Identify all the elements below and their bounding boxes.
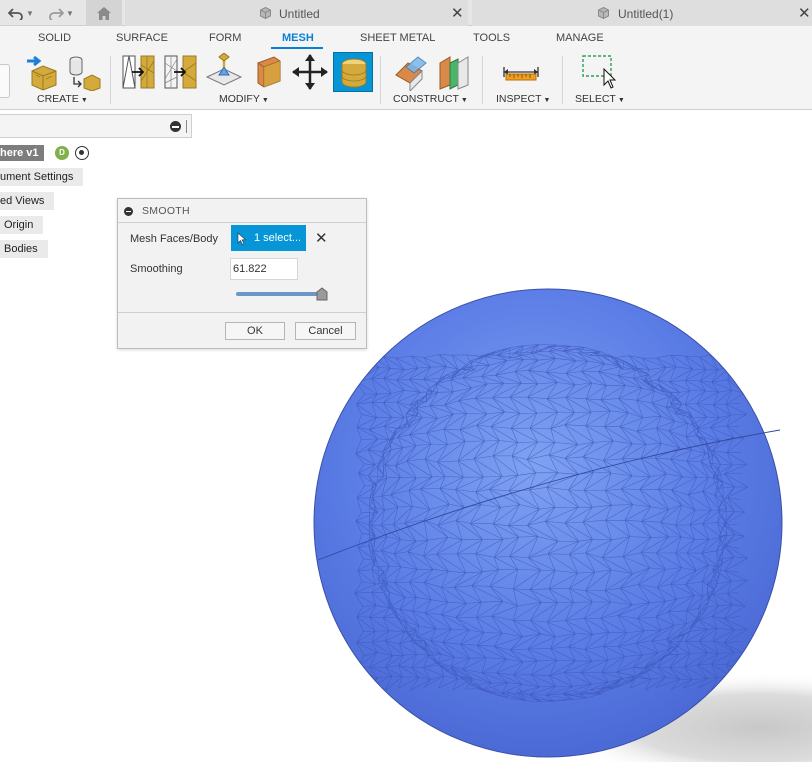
insert-mesh-icon[interactable] bbox=[24, 53, 62, 91]
tab-form[interactable]: FORM bbox=[209, 32, 241, 44]
group-divider bbox=[110, 56, 111, 104]
active-tab-indicator bbox=[271, 47, 323, 49]
group-divider bbox=[482, 56, 483, 104]
tab-manage[interactable]: MANAGE bbox=[556, 32, 604, 44]
window-select-icon[interactable] bbox=[580, 53, 618, 91]
move-icon[interactable] bbox=[291, 53, 329, 91]
redo-icon bbox=[49, 8, 64, 20]
dialog-footer-divider bbox=[118, 312, 366, 313]
smoothing-slider[interactable] bbox=[236, 287, 332, 301]
smooth-icon bbox=[341, 58, 367, 88]
chevron-down-icon: ▼ bbox=[543, 97, 551, 104]
offset-plane-icon[interactable] bbox=[392, 53, 430, 91]
dialog-title: SMOOTH bbox=[142, 205, 190, 217]
slider-track bbox=[236, 292, 319, 296]
smoothing-label: Smoothing bbox=[130, 263, 183, 275]
separate-icon[interactable] bbox=[250, 53, 288, 91]
toolbar-ribbon: SOLID SURFACE FORM MESH SHEET METAL TOOL… bbox=[0, 26, 812, 110]
dialog-header: SMOOTH bbox=[118, 199, 366, 223]
document-cube-icon bbox=[598, 7, 609, 19]
measure-icon[interactable] bbox=[502, 53, 540, 91]
cursor-arrow-icon bbox=[237, 231, 247, 245]
collapse-browser-icon[interactable] bbox=[170, 121, 181, 132]
remesh-icon[interactable] bbox=[120, 53, 158, 91]
browser-item-named-views[interactable]: ed Views bbox=[0, 192, 55, 210]
create-label: CREATE bbox=[37, 93, 79, 105]
slider-thumb[interactable] bbox=[316, 287, 328, 301]
panel-edge bbox=[0, 64, 10, 98]
close-tab-icon[interactable]: ✕ bbox=[451, 4, 464, 22]
mesh-selection-button[interactable]: 1 select... bbox=[231, 225, 306, 251]
inspect-menu[interactable]: INSPECT ▼ bbox=[496, 93, 550, 105]
document-cube-icon bbox=[260, 7, 271, 19]
select-menu[interactable]: SELECT ▼ bbox=[575, 93, 625, 105]
midplane-icon[interactable] bbox=[436, 53, 474, 91]
chevron-down-icon: ▼ bbox=[460, 97, 468, 104]
chevron-down-icon: ▼ bbox=[80, 97, 88, 104]
inspect-label: INSPECT bbox=[496, 93, 542, 105]
convert-mesh-icon[interactable] bbox=[64, 53, 102, 91]
tab-mesh[interactable]: MESH bbox=[282, 32, 314, 44]
document-tab-untitled-1[interactable]: Untitled(1) ✕ bbox=[472, 0, 812, 26]
tab-surface[interactable]: SURFACE bbox=[116, 32, 168, 44]
design-history-badge: D bbox=[55, 146, 69, 160]
tab-tools[interactable]: TOOLS bbox=[473, 32, 510, 44]
cancel-button[interactable]: Cancel bbox=[295, 322, 356, 340]
create-menu[interactable]: CREATE ▼ bbox=[37, 93, 88, 105]
tab-sheet-metal[interactable]: SHEET METAL bbox=[360, 32, 435, 44]
home-tab[interactable] bbox=[86, 0, 122, 26]
clear-selection-icon[interactable]: ✕ bbox=[315, 229, 328, 247]
undo-icon bbox=[8, 8, 23, 20]
undo-dropdown-icon[interactable]: ▼ bbox=[26, 9, 34, 18]
ok-button[interactable]: OK bbox=[225, 322, 285, 340]
group-divider bbox=[380, 56, 381, 104]
construct-label: CONSTRUCT bbox=[393, 93, 459, 105]
smoothing-value-input[interactable] bbox=[230, 258, 298, 280]
browser-header bbox=[0, 114, 192, 138]
document-tab-title: Untitled(1) bbox=[618, 7, 674, 21]
mesh-faces-label: Mesh Faces/Body bbox=[130, 233, 219, 245]
browser-item-bodies[interactable]: Bodies bbox=[0, 240, 48, 258]
collapse-dialog-icon[interactable] bbox=[124, 207, 133, 216]
select-label: SELECT bbox=[575, 93, 616, 105]
browser-item-document-settings[interactable]: ument Settings bbox=[0, 168, 84, 186]
undo-button[interactable]: ▼ bbox=[8, 3, 34, 23]
activate-radio-icon[interactable] bbox=[75, 146, 89, 160]
selection-count-label: 1 select... bbox=[254, 232, 302, 244]
redo-dropdown-icon[interactable]: ▼ bbox=[66, 9, 74, 18]
browser-root-component[interactable]: here v1 bbox=[0, 145, 44, 161]
document-tab-untitled[interactable]: Untitled ✕ bbox=[125, 0, 468, 26]
chevron-down-icon: ▼ bbox=[261, 97, 269, 104]
smooth-tool-button[interactable] bbox=[333, 52, 373, 92]
construct-menu[interactable]: CONSTRUCT ▼ bbox=[393, 93, 468, 105]
home-icon bbox=[97, 6, 111, 20]
modify-label: MODIFY bbox=[219, 93, 260, 105]
reduce-icon[interactable] bbox=[162, 53, 200, 91]
smooth-dialog: SMOOTH Mesh Faces/Body 1 select... ✕ Smo… bbox=[117, 198, 367, 349]
tab-solid[interactable]: SOLID bbox=[38, 32, 71, 44]
close-tab-icon[interactable]: ✕ bbox=[798, 4, 811, 22]
plane-cut-icon[interactable] bbox=[205, 53, 243, 91]
modify-menu[interactable]: MODIFY ▼ bbox=[219, 93, 269, 105]
group-divider bbox=[562, 56, 563, 104]
chevron-down-icon: ▼ bbox=[617, 97, 625, 104]
document-tab-title: Untitled bbox=[279, 7, 320, 21]
document-tab-strip: ▼ ▼ Untitled ✕ Untitled(1) ✕ bbox=[0, 0, 812, 26]
redo-button[interactable]: ▼ bbox=[48, 3, 74, 23]
resize-grip[interactable] bbox=[186, 120, 187, 133]
browser-item-origin[interactable]: Origin bbox=[0, 216, 44, 234]
